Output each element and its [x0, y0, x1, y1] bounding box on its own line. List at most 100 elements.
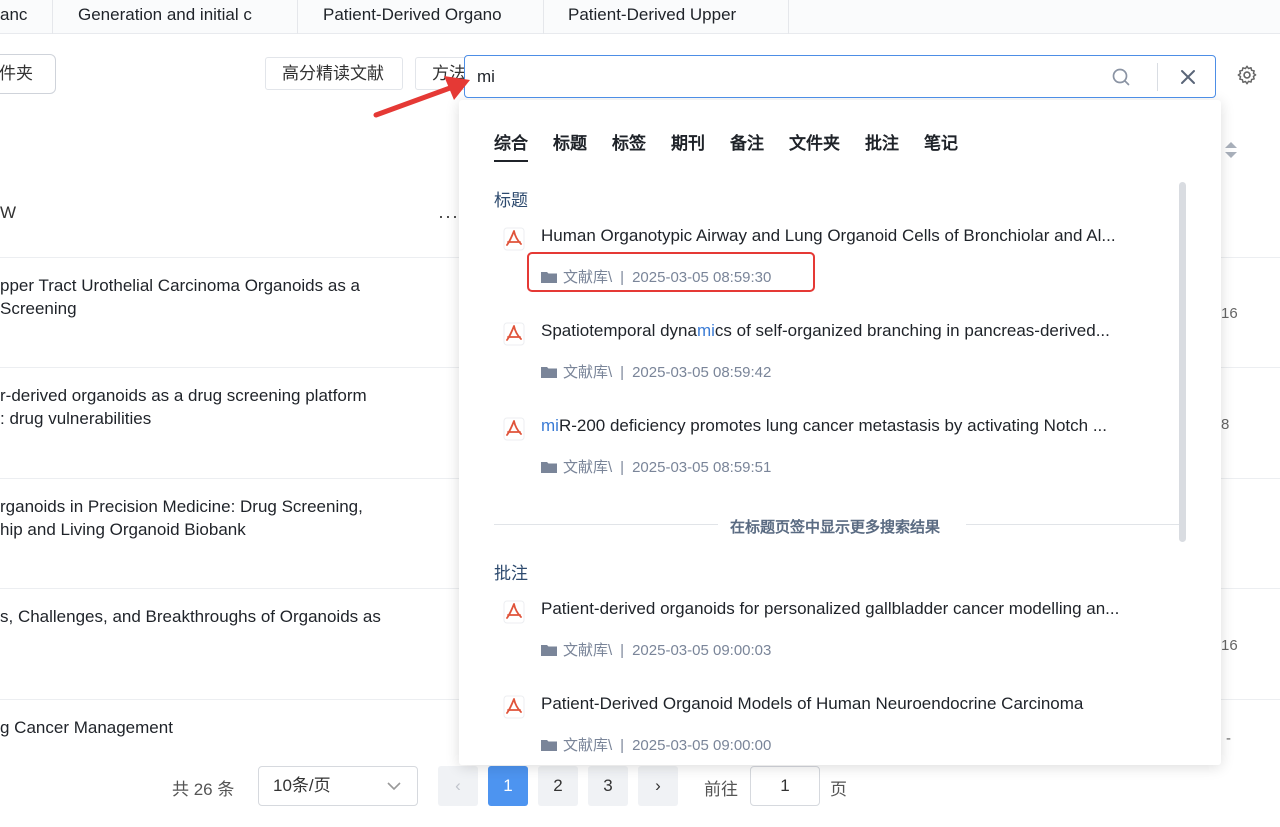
divider-line — [966, 524, 1184, 525]
search-box[interactable] — [464, 55, 1216, 98]
result-meta: 文献库\ | 2025-03-05 08:59:42 — [541, 361, 771, 382]
row-title-line: pper Tract Urothelial Carcinoma Organoid… — [0, 276, 360, 295]
result-meta: 文献库\ | 2025-03-05 08:59:51 — [541, 456, 771, 477]
annotation-highlight-box — [527, 252, 815, 292]
result-folder: 文献库\ — [563, 642, 613, 659]
pagination-total: 共 26 条 — [172, 780, 235, 799]
page-button-1[interactable]: 1 — [488, 766, 528, 806]
result-meta: 文献库\ | 2025-03-05 09:00:03 — [541, 639, 771, 660]
search-scope-tabs: 综合 标题 标签 期刊 备注 文件夹 批注 笔记 — [494, 129, 983, 162]
search-result-item[interactable]: Spatiotemporal dynamics of self-organize… — [503, 321, 1183, 381]
result-folder: 文献库\ — [563, 364, 613, 381]
goto-page-input[interactable]: 1 — [750, 766, 820, 806]
goto-label: 前往 — [704, 780, 738, 799]
annotation-arrow-icon — [373, 76, 470, 118]
search-dropdown: 综合 标题 标签 期刊 备注 文件夹 批注 笔记 标题 Human Organotypic A… — [459, 100, 1221, 765]
page-button-2[interactable]: 2 — [538, 766, 578, 806]
search-input[interactable] — [477, 64, 1077, 90]
tab-0[interactable]: anc — [0, 0, 53, 34]
result-title-highlight: mi — [541, 416, 559, 435]
table-row[interactable]: rganoids in Precision Medicine: Drug Scr… — [0, 495, 460, 541]
sort-icon[interactable] — [1224, 141, 1238, 159]
more-results-text: 在标题页签中显示更多搜索结果 — [730, 519, 941, 536]
more-icon[interactable]: ··· — [438, 206, 459, 227]
scope-tab-remark[interactable]: 备注 — [730, 129, 764, 154]
app-root: anc Generation and initial c Patient-Der… — [0, 0, 1280, 827]
chevron-down-icon — [387, 782, 401, 791]
result-title-highlight: mi — [696, 321, 715, 340]
tab-label: Generation and initial c — [78, 5, 252, 24]
close-icon[interactable] — [1178, 67, 1198, 87]
result-title-text: Spatiotemporal dyna — [541, 321, 697, 340]
result-title: Patient-Derived Organoid Models of Human… — [541, 694, 1173, 714]
pdf-icon — [503, 600, 525, 624]
folder-icon — [541, 645, 557, 656]
scope-tab-folder[interactable]: 文件夹 — [789, 129, 840, 154]
page-button-3[interactable]: 3 — [588, 766, 628, 806]
result-title: Spatiotemporal dynamics of self-organize… — [541, 321, 1173, 341]
folder-button[interactable]: 件夹 — [0, 54, 56, 94]
row-title-line: rganoids in Precision Medicine: Drug Scr… — [0, 497, 363, 516]
prev-page-button[interactable]: ‹ — [438, 766, 478, 806]
pdf-icon — [503, 227, 525, 251]
tab-label: anc — [0, 5, 28, 24]
result-title-text: cs of self-organized branching in pancre… — [714, 321, 1110, 340]
search-result-item[interactable]: miR-200 deficiency promotes lung cancer … — [503, 416, 1183, 476]
divider-line — [494, 524, 718, 525]
search-result-item[interactable]: Patient-derived organoids for personaliz… — [503, 599, 1183, 659]
result-title-text: R-200 deficiency promotes lung cancer me… — [558, 416, 1107, 435]
folder-icon — [541, 462, 557, 473]
folder-icon — [541, 367, 557, 378]
section-title-annotation: 批注 — [494, 564, 528, 583]
scope-tab-journal[interactable]: 期刊 — [671, 129, 705, 154]
result-meta-separator: | — [620, 459, 625, 476]
result-time: 2025-03-05 09:00:00 — [632, 737, 772, 754]
scope-tab-tag[interactable]: 标签 — [612, 129, 646, 154]
result-folder: 文献库\ — [563, 459, 613, 476]
row-title-line: Screening — [0, 299, 77, 318]
tab-3[interactable]: Patient-Derived Upper — [544, 0, 789, 34]
result-time: 2025-03-05 08:59:51 — [632, 459, 772, 476]
pdf-icon — [503, 322, 525, 346]
section-title-title: 标题 — [494, 191, 528, 210]
more-results-link[interactable]: 在标题页签中显示更多搜索结果 — [494, 514, 1184, 536]
search-separator — [1157, 63, 1158, 91]
scope-tab-all[interactable]: 综合 — [494, 129, 528, 162]
result-title-text: Human Organotypic Airway and Lung Organo… — [541, 226, 1116, 245]
scope-tab-annotation[interactable]: 批注 — [865, 129, 899, 154]
pdf-icon — [503, 695, 525, 719]
pdf-icon — [503, 417, 525, 441]
search-icon[interactable] — [1111, 67, 1131, 87]
tab-bar: anc Generation and initial c Patient-Der… — [0, 0, 1280, 34]
search-result-item[interactable]: Patient-Derived Organoid Models of Human… — [503, 694, 1183, 754]
row-count: 8 — [1221, 416, 1230, 433]
tab-2[interactable]: Patient-Derived Organo — [298, 0, 544, 34]
row-title-line: s, Challenges, and Breakthroughs of Orga… — [0, 607, 381, 626]
tab-label: Patient-Derived Organo — [323, 5, 502, 24]
result-meta-separator: | — [620, 737, 625, 754]
next-page-button[interactable]: › — [638, 766, 678, 806]
result-title-text: Patient-derived organoids for personaliz… — [541, 599, 1120, 618]
result-title: Patient-derived organoids for personaliz… — [541, 599, 1173, 619]
tab-1[interactable]: Generation and initial c — [53, 0, 298, 34]
result-time: 2025-03-05 09:00:03 — [632, 642, 772, 659]
scope-tab-note[interactable]: 笔记 — [924, 129, 958, 154]
table-row[interactable]: pper Tract Urothelial Carcinoma Organoid… — [0, 274, 460, 320]
tab-label: Patient-Derived Upper — [568, 5, 737, 24]
goto-suffix: 页 — [830, 780, 847, 799]
result-folder: 文献库\ — [563, 737, 613, 754]
row-title-line: r-derived organoids as a drug screening … — [0, 386, 367, 405]
gear-icon[interactable] — [1236, 64, 1258, 86]
column-header: W — [0, 203, 17, 222]
result-meta-separator: | — [620, 642, 625, 659]
row-count: 16 — [1221, 637, 1238, 654]
table-row[interactable]: r-derived organoids as a drug screening … — [0, 384, 460, 430]
table-row[interactable]: s, Challenges, and Breakthroughs of Orga… — [0, 605, 460, 628]
page-size-select[interactable]: 10条/页 — [258, 766, 418, 806]
page-size-value: 10条/页 — [273, 776, 331, 795]
scope-tab-title[interactable]: 标题 — [553, 129, 587, 154]
table-row[interactable]: g Cancer Management — [0, 716, 460, 739]
result-meta: 文献库\ | 2025-03-05 09:00:00 — [541, 734, 771, 755]
dropdown-scrollbar[interactable] — [1179, 182, 1186, 542]
folder-icon — [541, 740, 557, 751]
